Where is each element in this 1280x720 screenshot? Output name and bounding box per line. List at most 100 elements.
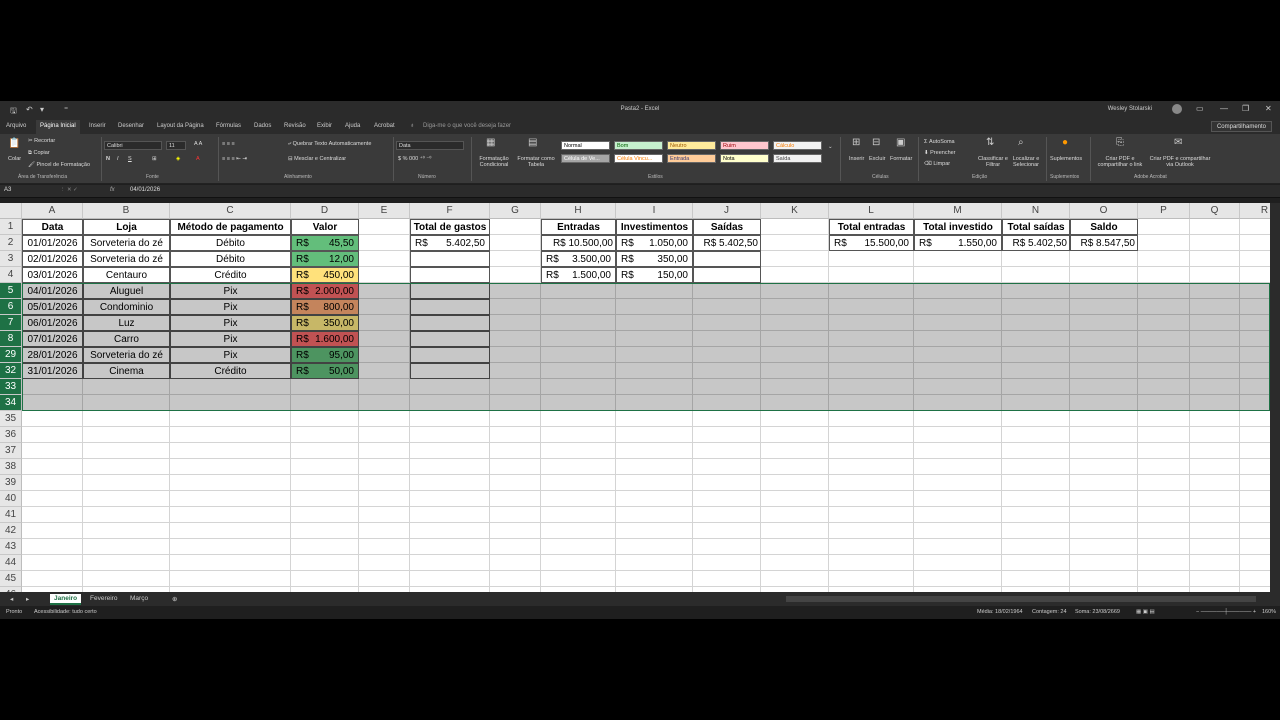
style-saida[interactable]: Saída	[773, 154, 822, 163]
grid-cell[interactable]	[22, 395, 83, 411]
grid-cell[interactable]	[1138, 539, 1190, 555]
grid-cell[interactable]	[693, 395, 761, 411]
column-header-j[interactable]: J	[693, 203, 761, 219]
expense-value[interactable]: R$ 95,00	[291, 347, 359, 363]
expense-method[interactable]: Pix	[170, 283, 291, 299]
maximize-icon[interactable]: ❐	[1242, 104, 1249, 113]
entrada-value[interactable]: R$ 1.500,00	[541, 267, 616, 283]
grid-cell[interactable]	[1240, 347, 1270, 363]
grid-cell[interactable]	[829, 555, 914, 571]
grid-cell[interactable]	[1002, 283, 1070, 299]
font-size-box[interactable]: 11	[166, 141, 186, 150]
grid-cell[interactable]	[1138, 299, 1190, 315]
grid-cell[interactable]	[359, 539, 410, 555]
grid-cell[interactable]	[1070, 459, 1138, 475]
grid-cell[interactable]	[22, 411, 83, 427]
grid-cell[interactable]	[83, 427, 170, 443]
menu-arquivo[interactable]: Arquivo	[6, 123, 26, 129]
grid-cell[interactable]	[490, 587, 541, 592]
grid-cell[interactable]	[829, 251, 914, 267]
grid-cell[interactable]	[83, 571, 170, 587]
total-gastos-cell[interactable]	[410, 299, 490, 315]
zoom-level[interactable]: 160%	[1262, 609, 1276, 615]
grid-cell[interactable]	[1070, 587, 1138, 592]
expense-store[interactable]: Aluguel	[83, 283, 170, 299]
fx-icon[interactable]: fx	[110, 187, 115, 193]
grid-cell[interactable]	[1002, 267, 1070, 283]
grid-cell[interactable]	[1138, 347, 1190, 363]
grid-cell[interactable]	[1190, 443, 1240, 459]
grid-cell[interactable]	[1002, 443, 1070, 459]
format-table-button[interactable]: Formatar como Tabela	[514, 156, 558, 168]
grid-cell[interactable]	[1190, 539, 1240, 555]
grid-cell[interactable]	[83, 523, 170, 539]
grid-cell[interactable]	[22, 523, 83, 539]
grid-cell[interactable]	[1002, 331, 1070, 347]
grid-cell[interactable]	[490, 427, 541, 443]
grid-cell[interactable]	[170, 427, 291, 443]
sheet-tab-fevereiro[interactable]: Fevereiro	[86, 594, 121, 603]
grid-cell[interactable]	[829, 363, 914, 379]
style-bom[interactable]: Bom	[614, 141, 663, 150]
entrada-value[interactable]: R$ 10.500,00	[541, 235, 616, 251]
grid-cell[interactable]	[1240, 283, 1270, 299]
style-ruim[interactable]: Ruim	[720, 141, 769, 150]
grid-cell[interactable]	[1138, 491, 1190, 507]
grid-cell[interactable]	[1190, 331, 1240, 347]
grid-cell[interactable]	[490, 219, 541, 235]
grid-cell[interactable]	[359, 379, 410, 395]
expense-method[interactable]: Pix	[170, 347, 291, 363]
grid-cell[interactable]	[410, 443, 490, 459]
currency-icon[interactable]: $ % 000 ⁺⁰ ⁻⁰	[398, 156, 431, 162]
grid-cell[interactable]	[1138, 267, 1190, 283]
grid-cell[interactable]	[914, 379, 1002, 395]
header-investimentos[interactable]: Investimentos	[616, 219, 693, 235]
grow-font-icon[interactable]: A A	[194, 141, 202, 147]
grid-cell[interactable]	[359, 587, 410, 592]
row-header[interactable]: 44	[0, 555, 22, 571]
delete-cells-icon[interactable]: ⊟	[872, 137, 880, 148]
grid-cell[interactable]	[410, 571, 490, 587]
format-painter-button[interactable]: 🖌 Pincel de Formatação	[28, 162, 90, 168]
grid-cell[interactable]	[291, 411, 359, 427]
column-header-e[interactable]: E	[359, 203, 410, 219]
style-calculo[interactable]: Cálculo	[773, 141, 822, 150]
row-header[interactable]: 2	[0, 235, 22, 251]
grid-cell[interactable]	[541, 443, 616, 459]
grid-cell[interactable]	[1240, 411, 1270, 427]
grid-cell[interactable]	[490, 539, 541, 555]
style-neutro[interactable]: Neutro	[667, 141, 716, 150]
grid-cell[interactable]	[1070, 555, 1138, 571]
row-header[interactable]: 34	[0, 395, 22, 411]
grid-cell[interactable]	[1002, 315, 1070, 331]
grid-cell[interactable]	[1002, 523, 1070, 539]
grid-cell[interactable]	[490, 523, 541, 539]
column-header-c[interactable]: C	[170, 203, 291, 219]
grid-cell[interactable]	[693, 507, 761, 523]
grid-cell[interactable]	[22, 379, 83, 395]
grid-cell[interactable]	[1138, 459, 1190, 475]
grid-cell[interactable]	[22, 427, 83, 443]
grid-cell[interactable]	[359, 315, 410, 331]
find-select-button[interactable]: Localizar e Selecionar	[1008, 156, 1044, 168]
grid-cell[interactable]	[1138, 571, 1190, 587]
grid-cell[interactable]	[1002, 427, 1070, 443]
grid-cell[interactable]	[1138, 251, 1190, 267]
grid-cell[interactable]	[693, 363, 761, 379]
investimento-value[interactable]: R$ 350,00	[616, 251, 693, 267]
grid-cell[interactable]	[541, 283, 616, 299]
row-header[interactable]: 39	[0, 475, 22, 491]
grid-cell[interactable]	[914, 555, 1002, 571]
grid-cell[interactable]	[291, 475, 359, 491]
grid-cell[interactable]	[410, 427, 490, 443]
conditional-format-button[interactable]: Formatação Condicional	[476, 156, 512, 168]
zoom-slider[interactable]: − ──────┼────── +	[1196, 609, 1256, 615]
grid-cell[interactable]	[291, 587, 359, 592]
grid-cell[interactable]	[83, 491, 170, 507]
grid-cell[interactable]	[914, 427, 1002, 443]
column-header-b[interactable]: B	[83, 203, 170, 219]
prev-sheet-icon[interactable]: ◂	[6, 594, 17, 604]
grid-cell[interactable]	[829, 411, 914, 427]
create-pdf-link-button[interactable]: Criar PDF e compartilhar o link	[1094, 156, 1146, 168]
row-header[interactable]: 32	[0, 363, 22, 379]
